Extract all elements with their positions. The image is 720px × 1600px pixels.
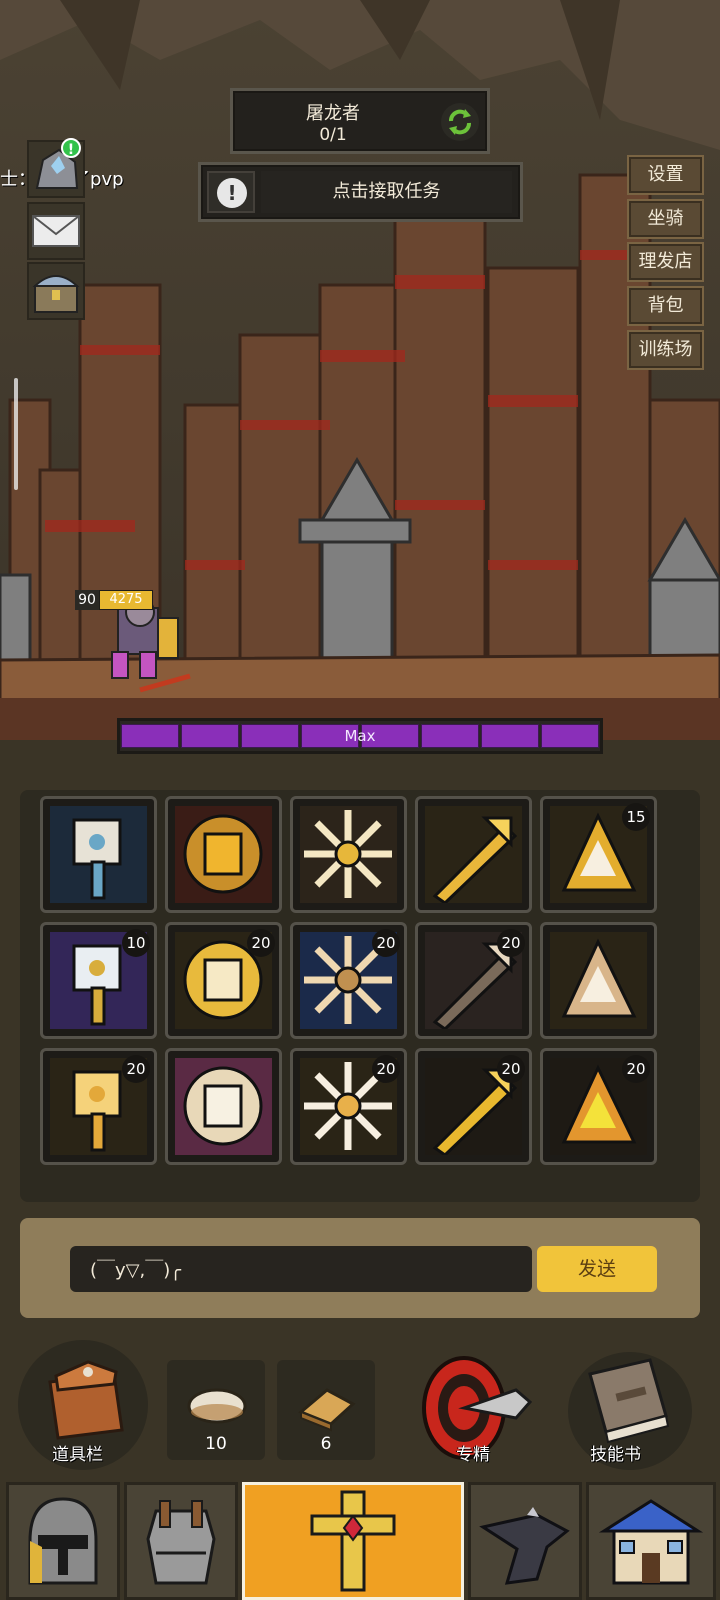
mail-icon <box>32 215 80 247</box>
fist-icon <box>175 806 272 903</box>
send-button[interactable]: 发送 <box>537 1246 657 1292</box>
skill-slot[interactable] <box>165 1048 282 1165</box>
boss-quest-tracker[interactable]: 屠龙者 0/1 <box>230 88 490 154</box>
notification-badge: ! <box>61 138 81 158</box>
refresh-quest-button[interactable] <box>441 103 479 141</box>
skill-slot[interactable]: 10 <box>40 922 157 1039</box>
skill-level-badge: 20 <box>622 1055 650 1083</box>
weapon-icon <box>310 1490 396 1592</box>
skill-level-badge: 10 <box>122 929 150 957</box>
anvil-icon <box>479 1507 570 1585</box>
tab-armor[interactable] <box>124 1482 238 1600</box>
skill-grid-panel: 15 10 20 20 20 20 20 20 20 <box>20 790 700 1202</box>
skill-slot[interactable]: 20 <box>415 922 532 1039</box>
toast-slot[interactable]: 6 <box>277 1360 375 1460</box>
tab-weapon[interactable] <box>242 1482 464 1600</box>
skill-slot[interactable] <box>165 796 282 913</box>
bread-icon <box>187 1388 247 1424</box>
refresh-icon <box>449 109 471 135</box>
items-button[interactable]: 道具栏 <box>18 1340 148 1470</box>
skill-level-badge: 20 <box>497 929 525 957</box>
skill-slot[interactable]: 20 <box>540 1048 657 1165</box>
skill-level-badge: 20 <box>372 929 400 957</box>
skill-slot[interactable] <box>540 922 657 1039</box>
player-level: 90 <box>75 590 99 610</box>
shop-icon <box>598 1499 704 1585</box>
mail-button[interactable] <box>27 202 85 260</box>
mastery-label: 专精 <box>456 1445 490 1465</box>
xp-label: Max <box>344 727 376 745</box>
training-button[interactable]: 训练场 <box>627 330 704 370</box>
chat-panel: 发送 <box>20 1218 700 1318</box>
toast-icon <box>298 1388 356 1432</box>
trident-icon <box>425 806 522 903</box>
ground-burst-icon <box>300 806 397 903</box>
skill-level-badge: 20 <box>122 1055 150 1083</box>
accept-task-text[interactable]: 点击接取任务 <box>261 171 512 213</box>
skill-level-badge: 20 <box>372 1055 400 1083</box>
hp-value: 4275 <box>109 592 143 607</box>
open-hand-icon <box>550 932 647 1029</box>
bread-slot[interactable]: 10 <box>167 1360 265 1460</box>
announcement-button[interactable]: ! <box>27 138 85 198</box>
tab-helmet[interactable] <box>6 1482 120 1600</box>
task-alert: ! <box>207 171 255 213</box>
settings-button[interactable]: 设置 <box>627 155 704 195</box>
scrollbar[interactable] <box>14 378 18 490</box>
skill-book-label: 技能书 <box>590 1445 641 1465</box>
boss-progress: 0/1 <box>319 125 347 145</box>
treasure-chest-icon <box>32 275 80 313</box>
skill-book-button[interactable]: 技能书 <box>568 1346 698 1470</box>
boss-name: 屠龙者 <box>306 103 360 124</box>
armor-icon <box>146 1500 216 1585</box>
skill-slot[interactable] <box>290 796 407 913</box>
accept-task-bar[interactable]: ! 点击接取任务 <box>198 162 523 222</box>
skill-level-badge: 20 <box>497 1055 525 1083</box>
white-mallet-icon <box>175 1058 272 1155</box>
skill-level-badge: 15 <box>622 803 650 831</box>
player-hp-bar: 4275 <box>99 590 153 610</box>
chest-button[interactable] <box>27 262 85 320</box>
bag-button[interactable]: 背包 <box>627 286 704 326</box>
bread-count: 10 <box>205 1434 227 1454</box>
skill-slot[interactable]: 20 <box>290 1048 407 1165</box>
exclamation-icon: ! <box>217 178 247 208</box>
items-label: 道具栏 <box>52 1445 103 1465</box>
skill-slot[interactable] <box>40 796 157 913</box>
toast-count: 6 <box>320 1434 332 1454</box>
battle-scene: 屠龙者 0/1 ! 点击接取任务 士：更新了pvp ! <box>0 0 720 760</box>
skill-slot[interactable]: 15 <box>540 796 657 913</box>
skill-slot[interactable]: 20 <box>40 1048 157 1165</box>
skill-slot[interactable]: 20 <box>165 922 282 1039</box>
experience-bar: Max <box>117 718 603 754</box>
skill-slot[interactable] <box>415 796 532 913</box>
mastery-button[interactable]: 专精 <box>412 1346 542 1470</box>
helmet-icon <box>28 1497 98 1585</box>
hammer-icon <box>50 806 147 903</box>
barber-button[interactable]: 理发店 <box>627 242 704 282</box>
bottom-tab-bar <box>0 1480 720 1600</box>
mount-button[interactable]: 坐骑 <box>627 199 704 239</box>
skill-level-badge: 20 <box>247 929 275 957</box>
skill-slot[interactable]: 20 <box>290 922 407 1039</box>
tab-shop[interactable] <box>586 1482 716 1600</box>
tab-anvil[interactable] <box>468 1482 582 1600</box>
chat-input[interactable] <box>70 1246 532 1292</box>
skill-slot[interactable]: 20 <box>415 1048 532 1165</box>
